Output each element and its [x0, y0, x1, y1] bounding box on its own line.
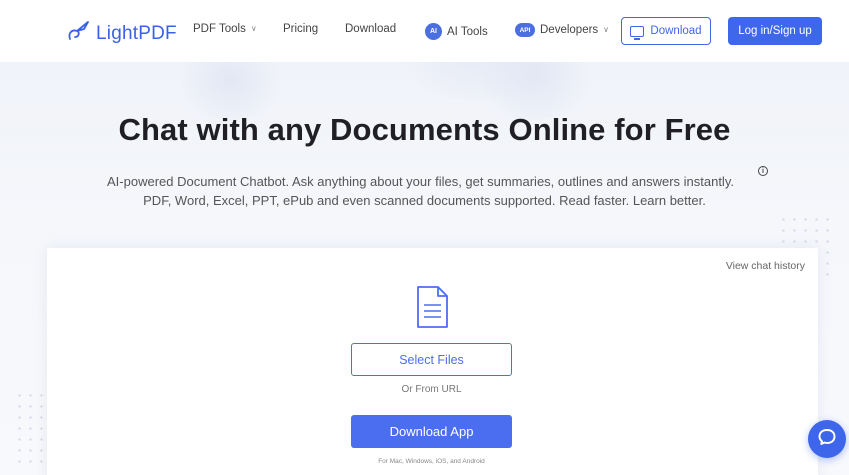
download-app-button[interactable]: Download App [351, 415, 512, 448]
nav-item-label: Developers [540, 24, 599, 36]
upload-card: View chat history Select Files Or From U… [47, 248, 818, 475]
platforms-note: For Mac, Windows, iOS, and Android [378, 458, 485, 465]
login-signup-button[interactable]: Log in/Sign up [728, 17, 822, 45]
chevron-down-icon: ∨ [603, 24, 610, 34]
nav-developers[interactable]: API Developers ∨ [515, 23, 609, 37]
hero-subtitle-line2: PDF, Word, Excel, PPT, ePub and even sca… [143, 193, 706, 208]
nav-pricing[interactable]: Pricing [283, 23, 318, 35]
logo[interactable]: LightPDF [66, 19, 177, 48]
page-title: Chat with any Documents Online for Free [118, 112, 731, 147]
nav-pdf-tools[interactable]: PDF Tools ∨ [193, 23, 257, 35]
info-icon[interactable]: i [758, 166, 768, 176]
select-files-button[interactable]: Select Files [351, 343, 512, 376]
api-badge-icon: API [515, 23, 535, 37]
nav-item-label: Pricing [283, 23, 319, 35]
chat-bubble-icon [817, 427, 837, 452]
chevron-down-icon: ∨ [250, 23, 257, 33]
top-navbar: LightPDF PDF Tools ∨ Pricing Download AI… [0, 0, 849, 62]
view-chat-history-link[interactable]: View chat history [726, 260, 805, 272]
monitor-icon [630, 25, 645, 40]
lightpdf-logo-icon [66, 19, 92, 48]
nav-item-label: PDF Tools [193, 23, 246, 35]
from-url-link[interactable]: Or From URL [351, 384, 512, 395]
document-icon [415, 285, 450, 329]
download-nav-button[interactable]: Download [621, 17, 711, 45]
nav-item-label: AI Tools [447, 25, 488, 38]
hero-subtitle-line1: AI-powered Document Chatbot. Ask anythin… [107, 174, 734, 189]
chat-support-button[interactable] [808, 420, 846, 458]
ai-badge-icon: AI [425, 23, 442, 40]
logo-text: LightPDF [96, 22, 177, 44]
nav-download[interactable]: Download [345, 23, 396, 35]
nav-ai-tools[interactable]: AI AI Tools [425, 23, 488, 40]
decor-dots [14, 390, 48, 470]
download-nav-label: Download [650, 25, 702, 37]
nav-item-label: Download [345, 23, 397, 35]
